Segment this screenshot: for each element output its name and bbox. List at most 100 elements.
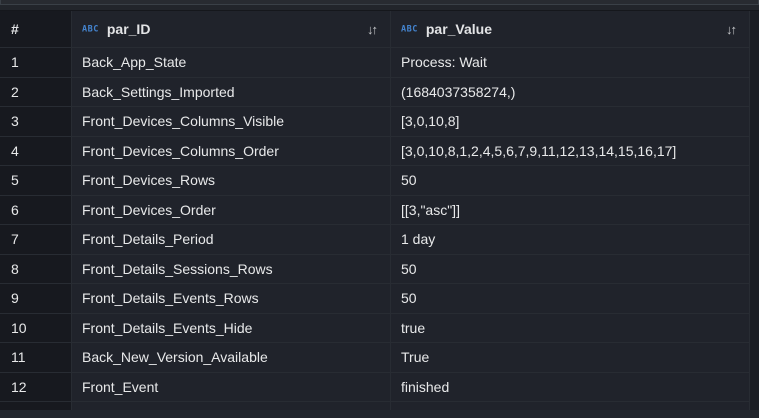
scrollbar-gutter xyxy=(750,196,759,226)
row-index: 6 xyxy=(11,202,19,218)
scrollbar-gutter xyxy=(750,48,759,78)
row-index: 8 xyxy=(11,261,19,277)
par-id-cell: Back_App_State xyxy=(72,48,391,78)
sort-arrow-up: ↑ xyxy=(372,23,377,36)
par-id-cell xyxy=(72,402,391,410)
par-value-cell: (1684037358274,) xyxy=(391,78,750,108)
par-value-cell: 50 xyxy=(391,284,750,314)
table-row: 5 Front_Devices_Rows 50 xyxy=(0,166,759,196)
table-body: 1 Back_App_State Process: Wait 2 Back_Se… xyxy=(0,48,759,402)
string-type-icon: ABC xyxy=(401,25,418,35)
table-row: 2 Back_Settings_Imported (1684037358274,… xyxy=(0,78,759,108)
par-id-cell: Front_Details_Sessions_Rows xyxy=(72,255,391,285)
row-index: 7 xyxy=(11,231,19,247)
table-row: 8 Front_Details_Sessions_Rows 50 xyxy=(0,255,759,285)
scrollbar-gutter xyxy=(750,137,759,167)
par-value-cell: finished xyxy=(391,373,750,403)
par-value-cell: True xyxy=(391,343,750,373)
par-id-value: Front_Devices_Columns_Order xyxy=(82,143,279,159)
par-id-cell: Back_New_Version_Available xyxy=(72,343,391,373)
index-cell: 4 xyxy=(0,137,72,167)
row-index: 10 xyxy=(11,320,27,336)
par-value-value: (1684037358274,) xyxy=(401,84,515,100)
table-panel: # ABC par_ID ↓↑ ABC par_Value ↓↑ 1 Back_… xyxy=(0,0,759,418)
par-value-cell: Process: Wait xyxy=(391,48,750,78)
scrollbar-gutter xyxy=(750,284,759,314)
table-header-row: # ABC par_ID ↓↑ ABC par_Value ↓↑ xyxy=(0,11,759,48)
scrollbar-gutter xyxy=(750,166,759,196)
data-table: # ABC par_ID ↓↑ ABC par_Value ↓↑ 1 Back_… xyxy=(0,11,759,410)
scrollbar-gutter xyxy=(750,78,759,108)
par-id-value: Front_Devices_Rows xyxy=(82,172,215,188)
par-value-value: Process: Wait xyxy=(401,54,487,70)
par-id-cell: Front_Devices_Order xyxy=(72,196,391,226)
par-id-cell: Front_Details_Events_Hide xyxy=(72,314,391,344)
index-cell: 2 xyxy=(0,78,72,108)
table-row-cropped xyxy=(0,402,759,410)
par-id-value: Front_Details_Events_Hide xyxy=(82,320,252,336)
sort-icon[interactable]: ↓↑ xyxy=(724,23,735,36)
par-id-value: Front_Devices_Order xyxy=(82,202,216,218)
par-value-cell: true xyxy=(391,314,750,344)
row-index: 1 xyxy=(11,54,19,70)
table-row: 11 Back_New_Version_Available True xyxy=(0,343,759,373)
row-index: 9 xyxy=(11,290,19,306)
index-cell: 6 xyxy=(0,196,72,226)
index-header-label: # xyxy=(11,21,19,37)
table-row: 4 Front_Devices_Columns_Order [3,0,10,8,… xyxy=(0,137,759,167)
par-id-cell: Front_Event xyxy=(72,373,391,403)
index-cell: 9 xyxy=(0,284,72,314)
par-id-cell: Front_Devices_Columns_Visible xyxy=(72,107,391,137)
par-value-value: 1 day xyxy=(401,231,435,247)
par-id-cell: Front_Details_Events_Rows xyxy=(72,284,391,314)
table-row: 10 Front_Details_Events_Hide true xyxy=(0,314,759,344)
scrollbar-gutter xyxy=(750,373,759,403)
table-row: 7 Front_Details_Period 1 day xyxy=(0,225,759,255)
par-id-cell: Front_Devices_Rows xyxy=(72,166,391,196)
sort-icon[interactable]: ↓↑ xyxy=(365,23,376,36)
scrollbar-gutter xyxy=(750,343,759,373)
scrollbar-gutter xyxy=(750,314,759,344)
index-cell: 12 xyxy=(0,373,72,403)
par-value-header-label: par_Value xyxy=(426,21,492,37)
column-header-index: # xyxy=(0,11,72,48)
par-value-value: [3,0,10,8] xyxy=(401,113,459,129)
index-cell xyxy=(0,402,72,410)
par-value-value: [[3,"asc"]] xyxy=(401,202,460,218)
par-id-value: Back_New_Version_Available xyxy=(82,349,268,365)
par-value-value: 50 xyxy=(401,172,417,188)
par-value-cell: [[3,"asc"]] xyxy=(391,196,750,226)
scrollbar-gutter xyxy=(750,402,759,410)
scrollbar-gutter xyxy=(750,11,759,48)
par-id-cell: Front_Devices_Columns_Order xyxy=(72,137,391,167)
index-cell: 3 xyxy=(0,107,72,137)
par-value-value: [3,0,10,8,1,2,4,5,6,7,9,11,12,13,14,15,1… xyxy=(401,143,676,159)
row-index: 12 xyxy=(11,379,27,395)
par-id-value: Back_App_State xyxy=(82,54,186,70)
par-value-cell: 1 day xyxy=(391,225,750,255)
par-value-value: finished xyxy=(401,379,449,395)
column-header-par-value[interactable]: ABC par_Value ↓↑ xyxy=(391,11,750,48)
par-id-cell: Back_Settings_Imported xyxy=(72,78,391,108)
index-cell: 11 xyxy=(0,343,72,373)
table-row: 6 Front_Devices_Order [[3,"asc"]] xyxy=(0,196,759,226)
row-index: 2 xyxy=(11,84,19,100)
index-cell: 7 xyxy=(0,225,72,255)
par-id-header-label: par_ID xyxy=(107,21,151,37)
table-row: 12 Front_Event finished xyxy=(0,373,759,403)
par-value-value: 50 xyxy=(401,261,417,277)
row-index: 5 xyxy=(11,172,19,188)
par-id-value: Back_Settings_Imported xyxy=(82,84,235,100)
par-value-value: 50 xyxy=(401,290,417,306)
scrollbar-gutter xyxy=(750,107,759,137)
par-id-value: Front_Details_Sessions_Rows xyxy=(82,261,273,277)
par-value-cell: 50 xyxy=(391,166,750,196)
table-row: 3 Front_Devices_Columns_Visible [3,0,10,… xyxy=(0,107,759,137)
sort-arrow-up: ↑ xyxy=(731,23,736,36)
par-id-value: Front_Devices_Columns_Visible xyxy=(82,113,284,129)
horizontal-scrollbar-track xyxy=(0,410,759,418)
par-id-cell: Front_Details_Period xyxy=(72,225,391,255)
column-header-par-id[interactable]: ABC par_ID ↓↑ xyxy=(72,11,391,48)
index-cell: 5 xyxy=(0,166,72,196)
row-index: 3 xyxy=(11,113,19,129)
